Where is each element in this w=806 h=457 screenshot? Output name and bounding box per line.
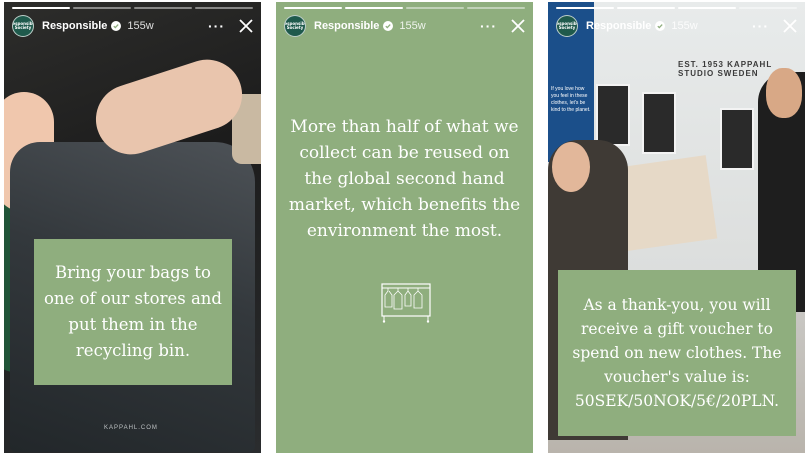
close-icon[interactable]: [511, 19, 525, 33]
verified-badge-icon: [383, 21, 394, 31]
more-options-icon[interactable]: ···: [752, 19, 769, 33]
avatar[interactable]: Responsible Society: [284, 15, 306, 37]
post-age: 155w: [127, 20, 154, 32]
story-caption: More than half of what we collect can be…: [288, 117, 521, 241]
progress-segment: [12, 7, 70, 9]
story-caption: As a thank-you, you will receive a gift …: [558, 270, 796, 436]
store-poster: [642, 92, 676, 154]
story-header: Responsible Society Responsible 155w ···: [12, 14, 253, 38]
clothes-rack-icon: [381, 283, 431, 323]
progress-segment: [284, 7, 342, 9]
avatar[interactable]: Responsible Society: [12, 15, 34, 37]
story-card-3[interactable]: If you love how you feel in these clothe…: [548, 2, 805, 453]
more-options-icon[interactable]: ···: [208, 19, 225, 33]
account-name[interactable]: Responsible: [314, 20, 379, 32]
story-progress-bar: [556, 7, 797, 9]
side-sign-text: If you love how you feel in these clothe…: [551, 86, 591, 113]
story-caption: Bring your bags to one of our stores and…: [34, 239, 232, 385]
account-name[interactable]: Responsible: [42, 20, 107, 32]
post-age: 155w: [671, 20, 698, 32]
clerk-face: [766, 68, 802, 118]
story-progress-bar: [12, 7, 253, 9]
verified-badge-icon: [655, 21, 666, 31]
avatar[interactable]: Responsible Society: [556, 15, 578, 37]
story-card-2[interactable]: Responsible Society Responsible 155w ···…: [276, 2, 533, 453]
close-icon[interactable]: [783, 19, 797, 33]
account-name[interactable]: Responsible: [586, 20, 651, 32]
close-icon[interactable]: [239, 19, 253, 33]
story-header: Responsible Society Responsible 155w ···: [556, 14, 797, 38]
store-poster: [720, 108, 754, 170]
store-poster: [596, 84, 630, 146]
bag-label: KAPPAHL.COM: [104, 425, 158, 431]
story-header: Responsible Society Responsible 155w ···: [284, 14, 525, 38]
story-card-1[interactable]: KAPPAHL.COM Responsible Society Responsi…: [4, 2, 261, 453]
verified-badge-icon: [111, 21, 122, 31]
customer-face: [552, 142, 590, 192]
more-options-icon[interactable]: ···: [480, 19, 497, 33]
progress-segment: [617, 7, 675, 9]
progress-segment: [678, 7, 736, 9]
progress-segment: [556, 7, 614, 9]
post-age: 155w: [399, 20, 426, 32]
progress-segment: [345, 7, 403, 9]
story-progress-bar: [284, 7, 525, 9]
